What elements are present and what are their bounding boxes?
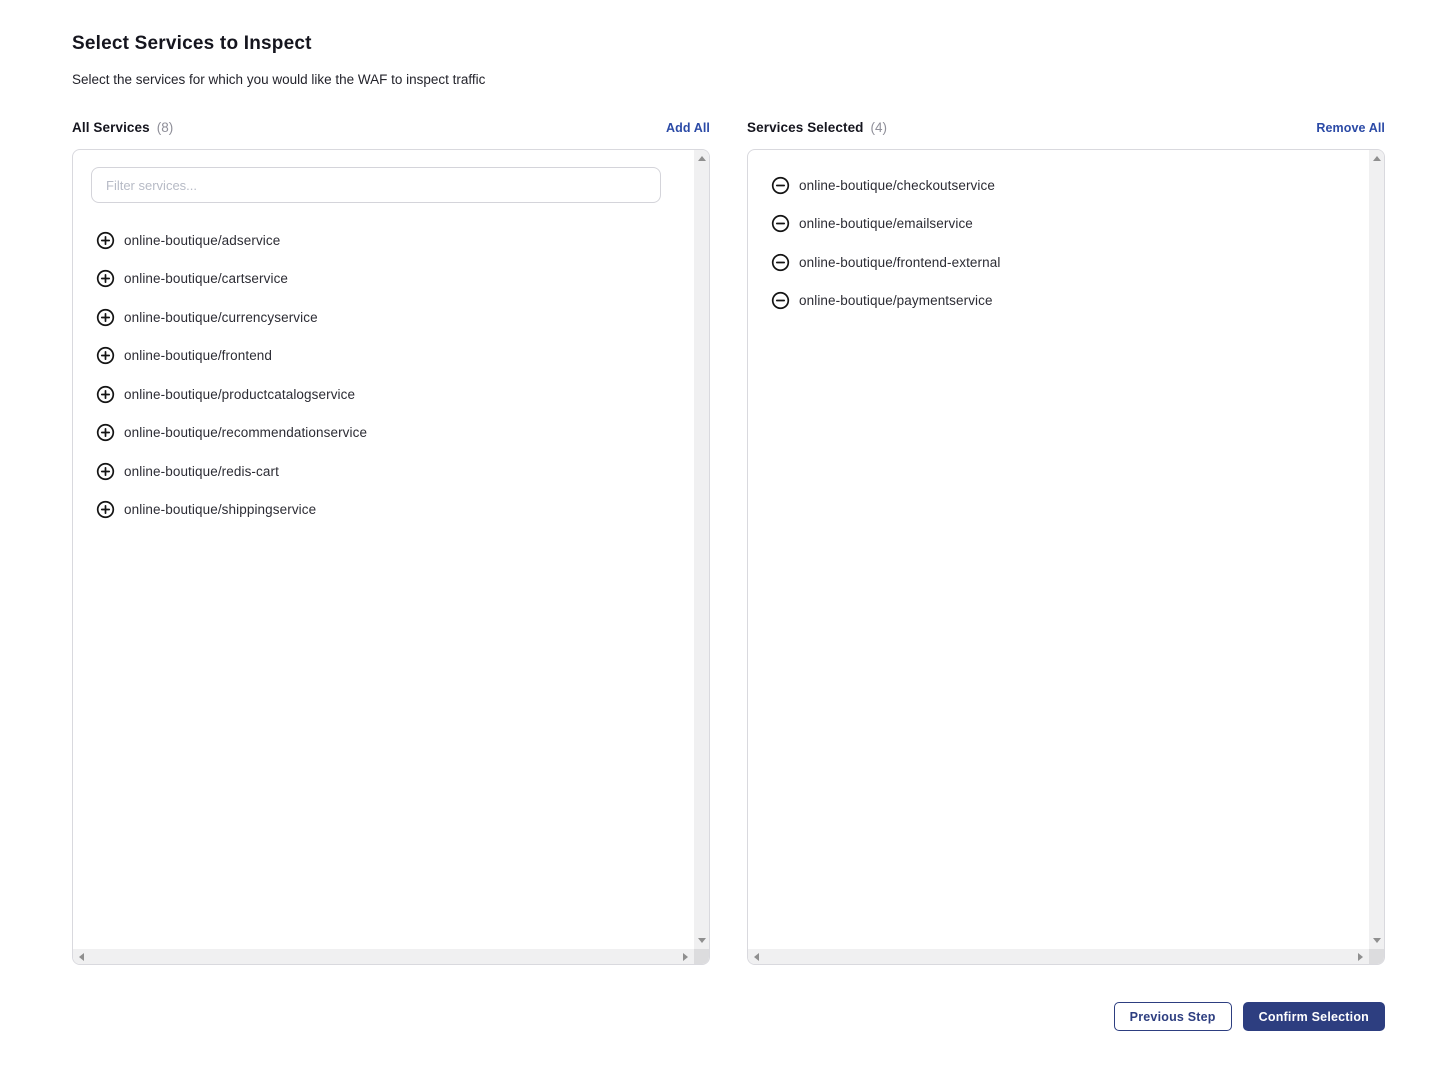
service-name: online-boutique/shippingservice — [124, 502, 316, 517]
all-services-count: (8) — [157, 120, 174, 135]
confirm-selection-button[interactable]: Confirm Selection — [1243, 1002, 1385, 1031]
previous-step-button[interactable]: Previous Step — [1114, 1002, 1232, 1031]
scroll-up-arrow-icon[interactable] — [698, 156, 706, 161]
scroll-left-arrow-icon[interactable] — [754, 953, 759, 961]
service-row[interactable]: online-boutique/checkoutservice — [748, 166, 1369, 205]
minus-circle-icon[interactable] — [771, 176, 790, 195]
filter-services-input[interactable] — [91, 167, 661, 203]
horizontal-scrollbar[interactable] — [73, 949, 694, 964]
service-name: online-boutique/adservice — [124, 233, 280, 248]
page-subtitle: Select the services for which you would … — [72, 72, 1385, 88]
service-name: online-boutique/paymentservice — [799, 293, 993, 308]
service-name: online-boutique/productcatalogservice — [124, 387, 355, 402]
plus-circle-icon[interactable] — [96, 231, 115, 250]
service-row[interactable]: online-boutique/shippingservice — [73, 491, 694, 530]
wizard-footer: Previous Step Confirm Selection — [72, 1002, 1385, 1031]
service-name: online-boutique/redis-cart — [124, 464, 279, 479]
selected-services-panel-content: online-boutique/checkoutservice online-b… — [748, 150, 1369, 949]
all-services-panel-content: online-boutique/adservice online-boutiqu… — [73, 150, 694, 949]
scrollbar-corner — [694, 949, 709, 964]
service-row[interactable]: online-boutique/emailservice — [748, 205, 1369, 244]
service-row[interactable]: online-boutique/redis-cart — [73, 452, 694, 491]
plus-circle-icon[interactable] — [96, 308, 115, 327]
selected-services-panel: online-boutique/checkoutservice online-b… — [747, 149, 1385, 965]
all-services-column: All Services (8) Add All online-boutique… — [72, 119, 710, 965]
plus-circle-icon[interactable] — [96, 385, 115, 404]
plus-circle-icon[interactable] — [96, 423, 115, 442]
service-row[interactable]: online-boutique/paymentservice — [748, 282, 1369, 321]
service-name: online-boutique/checkoutservice — [799, 178, 995, 193]
all-services-list: online-boutique/adservice online-boutiqu… — [73, 221, 694, 529]
scroll-down-arrow-icon[interactable] — [1373, 938, 1381, 943]
selected-services-header: Services Selected (4) Remove All — [747, 119, 1385, 136]
plus-circle-icon[interactable] — [96, 462, 115, 481]
service-name: online-boutique/emailservice — [799, 216, 973, 231]
page-title: Select Services to Inspect — [72, 33, 1385, 55]
scroll-up-arrow-icon[interactable] — [1373, 156, 1381, 161]
all-services-panel: online-boutique/adservice online-boutiqu… — [72, 149, 710, 965]
service-row[interactable]: online-boutique/currencyservice — [73, 298, 694, 337]
plus-circle-icon[interactable] — [96, 500, 115, 519]
minus-circle-icon[interactable] — [771, 291, 790, 310]
plus-circle-icon[interactable] — [96, 346, 115, 365]
all-services-heading: All Services (8) — [72, 120, 173, 135]
vertical-scrollbar[interactable] — [1369, 150, 1384, 949]
selected-services-label: Services Selected — [747, 120, 864, 135]
scroll-right-arrow-icon[interactable] — [1358, 953, 1363, 961]
scroll-right-arrow-icon[interactable] — [683, 953, 688, 961]
service-name: online-boutique/currencyservice — [124, 310, 318, 325]
selected-services-heading: Services Selected (4) — [747, 120, 887, 135]
service-name: online-boutique/frontend — [124, 348, 272, 363]
selected-services-column: Services Selected (4) Remove All online-… — [747, 119, 1385, 965]
service-name: online-boutique/frontend-external — [799, 255, 1000, 270]
service-name: online-boutique/recommendationservice — [124, 425, 367, 440]
plus-circle-icon[interactable] — [96, 269, 115, 288]
scroll-down-arrow-icon[interactable] — [698, 938, 706, 943]
selected-services-count: (4) — [871, 120, 888, 135]
scrollbar-corner — [1369, 949, 1384, 964]
service-row[interactable]: online-boutique/cartservice — [73, 260, 694, 299]
horizontal-scrollbar[interactable] — [748, 949, 1369, 964]
select-services-page: Select Services to Inspect Select the se… — [0, 0, 1456, 1031]
dual-list-picker: All Services (8) Add All online-boutique… — [72, 119, 1385, 965]
all-services-label: All Services — [72, 120, 150, 135]
service-row[interactable]: online-boutique/frontend — [73, 337, 694, 376]
all-services-header: All Services (8) Add All — [72, 119, 710, 136]
minus-circle-icon[interactable] — [771, 253, 790, 272]
service-row[interactable]: online-boutique/productcatalogservice — [73, 375, 694, 414]
service-row[interactable]: online-boutique/adservice — [73, 221, 694, 260]
scroll-left-arrow-icon[interactable] — [79, 953, 84, 961]
service-row[interactable]: online-boutique/frontend-external — [748, 243, 1369, 282]
remove-all-link[interactable]: Remove All — [1316, 121, 1385, 135]
vertical-scrollbar[interactable] — [694, 150, 709, 949]
service-row[interactable]: online-boutique/recommendationservice — [73, 414, 694, 453]
selected-services-list: online-boutique/checkoutservice online-b… — [748, 166, 1369, 320]
service-name: online-boutique/cartservice — [124, 271, 288, 286]
minus-circle-icon[interactable] — [771, 214, 790, 233]
add-all-link[interactable]: Add All — [666, 121, 710, 135]
